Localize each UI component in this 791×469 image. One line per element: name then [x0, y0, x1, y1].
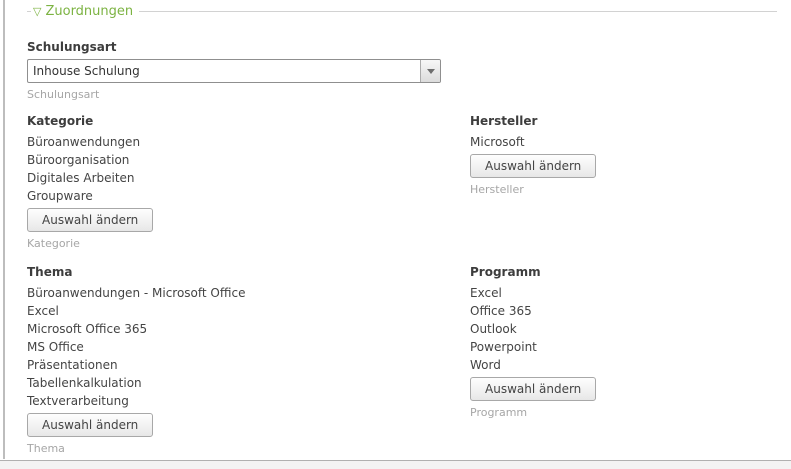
left-border-rule: [3, 0, 5, 459]
header-rule-right: [139, 10, 777, 12]
kategorie-caption: Kategorie: [27, 237, 80, 250]
list-item: Office 365: [470, 304, 532, 318]
list-item: Powerpoint: [470, 340, 537, 354]
kategorie-label: Kategorie: [27, 114, 94, 128]
list-item: Büroanwendungen - Microsoft Office: [27, 286, 246, 300]
header-rule-left: [27, 10, 31, 12]
list-item: MS Office: [27, 340, 84, 354]
list-item: Excel: [27, 304, 59, 318]
hersteller-label: Hersteller: [470, 114, 538, 128]
schulungsart-label: Schulungsart: [27, 40, 117, 54]
list-item: Outlook: [470, 322, 517, 336]
list-item: Groupware: [27, 189, 93, 203]
schulungsart-caption: Schulungsart: [27, 88, 100, 101]
list-item: Microsoft Office 365: [27, 322, 148, 336]
list-item: Word: [470, 358, 501, 372]
programm-label: Programm: [470, 265, 541, 279]
schulungsart-select-value: Inhouse Schulung: [33, 64, 140, 78]
schulungsart-field: Schulungsart Inhouse Schulung Schulungsa…: [27, 40, 791, 101]
list-item: Microsoft: [470, 135, 525, 149]
kategorie-change-selection-button[interactable]: Auswahl ändern: [27, 208, 154, 232]
zuordnungen-panel: ▽ Zuordnungen Schulungsart Inhouse Schul…: [27, 4, 791, 469]
thema-block: Thema Büroanwendungen - Microsoft Office…: [27, 265, 470, 455]
section-title: Zuordnungen: [45, 3, 134, 19]
list-item: Excel: [470, 286, 502, 300]
list-item: Präsentationen: [27, 358, 118, 372]
programm-block: Programm Excel Office 365 Outlook Powerp…: [470, 265, 791, 455]
assignments-grid: Kategorie Büroanwendungen Büroorganisati…: [27, 114, 791, 469]
zuordnungen-section-header[interactable]: ▽ Zuordnungen: [27, 3, 791, 19]
chevron-down-icon: [426, 68, 435, 74]
select-dropdown-button[interactable]: [420, 60, 440, 82]
collapse-triangle-icon[interactable]: ▽: [33, 6, 41, 17]
thema-label: Thema: [27, 265, 73, 279]
schulungsart-select[interactable]: Inhouse Schulung: [27, 59, 441, 83]
kategorie-block: Kategorie Büroanwendungen Büroorganisati…: [27, 114, 470, 250]
footer-bar: [0, 460, 791, 469]
thema-change-selection-button[interactable]: Auswahl ändern: [27, 413, 154, 437]
list-item: Büroanwendungen: [27, 135, 141, 149]
hersteller-caption: Hersteller: [470, 183, 524, 196]
list-item: Tabellenkalkulation: [27, 376, 142, 390]
hersteller-change-selection-button[interactable]: Auswahl ändern: [470, 154, 597, 178]
hersteller-block: Hersteller Microsoft Auswahl ändern Hers…: [470, 114, 791, 250]
list-item: Textverarbeitung: [27, 394, 129, 408]
programm-change-selection-button[interactable]: Auswahl ändern: [470, 377, 597, 401]
thema-caption: Thema: [27, 442, 65, 455]
programm-caption: Programm: [470, 406, 528, 419]
list-item: Digitales Arbeiten: [27, 171, 135, 185]
list-item: Büroorganisation: [27, 153, 130, 167]
